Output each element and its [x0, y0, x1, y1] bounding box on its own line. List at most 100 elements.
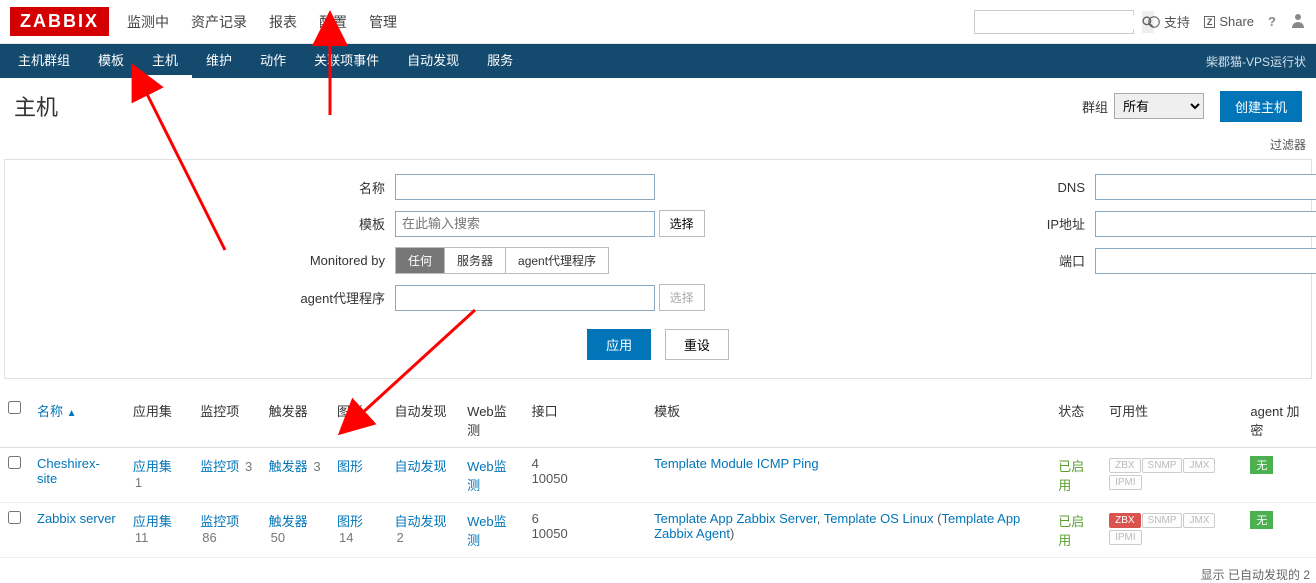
subnav-discovery[interactable]: 自动发现	[393, 44, 473, 78]
encrypt-badge: 无	[1250, 456, 1273, 474]
cell-iface: 610050	[524, 503, 647, 558]
cell-discovery: 自动发现	[386, 448, 459, 503]
filter-agentproxy-input[interactable]	[395, 285, 655, 311]
monitored-by-agent[interactable]: agent代理程序	[506, 248, 608, 273]
sub-nav: 主机群组 模板 主机 维护 动作 关联项事件 自动发现 服务 柴郡猫-VPS运行…	[0, 44, 1316, 78]
cell-triggers: 触发器 3	[261, 448, 329, 503]
filter-template-label: 模板	[15, 214, 395, 233]
filter-actions: 应用 重设	[15, 329, 1301, 360]
group-filter-select[interactable]: 所有	[1114, 93, 1204, 119]
th-graphs: 图形	[329, 393, 386, 448]
subnav-maintenance[interactable]: 维护	[192, 44, 246, 78]
filter-port-label: 端口	[715, 251, 1095, 270]
graphs-link[interactable]: 图形	[337, 459, 363, 474]
top-header: ZABBIX 监测中 资产记录 报表 配置 管理 支持 Z Share ?	[0, 0, 1316, 44]
apps-link[interactable]: 应用集	[133, 514, 172, 529]
topnav-inventory[interactable]: 资产记录	[191, 12, 247, 32]
triggers-link[interactable]: 触发器	[269, 514, 308, 529]
filter-agentproxy-label: agent代理程序	[15, 288, 395, 307]
cell-iface: 410050	[524, 448, 647, 503]
template-link[interactable]: Template App Zabbix Server	[654, 511, 817, 526]
cell-status: 已启用	[1050, 503, 1101, 558]
subnav-templates[interactable]: 模板	[84, 44, 138, 78]
discovery-link[interactable]: 自动发现	[394, 514, 446, 529]
table-footer-note: 显示 已自动发现的 2	[0, 558, 1316, 583]
filter-dns-input[interactable]	[1095, 174, 1316, 200]
cell-avail: ZBXSNMPJMXIPMI	[1101, 448, 1242, 503]
table-row: Cheshirex-site应用集 1监控项 3触发器 3图形自动发现Web监测…	[0, 448, 1316, 503]
th-status: 状态	[1050, 393, 1101, 448]
subnav-right-text: 柴郡猫-VPS运行状	[1206, 53, 1312, 70]
row-checkbox[interactable]	[8, 456, 21, 469]
monitored-by-any[interactable]: 任何	[396, 248, 445, 273]
availability-tags: ZBXSNMPJMXIPMI	[1109, 511, 1216, 543]
items-link[interactable]: 监控项	[200, 514, 239, 529]
row-checkbox[interactable]	[8, 511, 21, 524]
th-iface: 接口	[524, 393, 647, 448]
th-name[interactable]: 名称 ▲	[37, 404, 77, 419]
triggers-link[interactable]: 触发器	[269, 459, 308, 474]
web-link[interactable]: Web监测	[467, 514, 507, 548]
topnav-monitoring[interactable]: 监测中	[127, 12, 169, 32]
cell-triggers: 触发器 50	[261, 503, 329, 558]
support-link[interactable]: 支持	[1148, 12, 1190, 31]
cell-apps: 应用集 11	[125, 503, 192, 558]
host-name-link[interactable]: Zabbix server	[37, 511, 116, 526]
status-link[interactable]: 已启用	[1058, 514, 1084, 548]
web-link[interactable]: Web监测	[467, 459, 507, 493]
help-icon[interactable]: ?	[1268, 14, 1276, 29]
host-name-link[interactable]: Cheshirex-site	[37, 456, 100, 486]
user-icon[interactable]	[1290, 12, 1306, 31]
template-link[interactable]: Template Module ICMP Ping	[654, 456, 819, 471]
th-avail: 可用性	[1101, 393, 1242, 448]
filter-agentproxy-select-button: 选择	[659, 284, 705, 311]
hosts-table: 名称 ▲ 应用集 监控项 触发器 图形 自动发现 Web监测 接口 模板 状态 …	[0, 393, 1316, 558]
cell-status: 已启用	[1050, 448, 1101, 503]
filter-toggle[interactable]: 过滤器	[0, 132, 1316, 155]
subnav-hosts[interactable]: 主机	[138, 44, 192, 78]
filter-template-select-button[interactable]: 选择	[659, 210, 705, 237]
status-link[interactable]: 已启用	[1058, 459, 1084, 493]
filter-port-input[interactable]	[1095, 248, 1316, 274]
encrypt-badge: 无	[1250, 511, 1273, 529]
topnav-admin[interactable]: 管理	[369, 12, 397, 32]
th-items: 监控项	[192, 393, 260, 448]
filter-reset-button[interactable]: 重设	[665, 329, 729, 360]
top-nav: 监测中 资产记录 报表 配置 管理	[127, 12, 397, 32]
brand-logo[interactable]: ZABBIX	[10, 7, 109, 36]
header-right: 支持 Z Share ?	[974, 10, 1306, 34]
filter-name-label: 名称	[15, 178, 395, 197]
cell-graphs: 图形	[329, 448, 386, 503]
apps-link[interactable]: 应用集	[133, 459, 172, 474]
topnav-config[interactable]: 配置	[319, 12, 347, 32]
cell-items: 监控项 3	[192, 448, 260, 503]
topnav-reports[interactable]: 报表	[269, 12, 297, 32]
monitored-by-group: 任何 服务器 agent代理程序	[395, 247, 609, 274]
filter-apply-button[interactable]: 应用	[587, 329, 651, 360]
filter-ip-input[interactable]	[1095, 211, 1316, 237]
subnav-actions[interactable]: 动作	[246, 44, 300, 78]
cell-items: 监控项 86	[192, 503, 260, 558]
select-all-checkbox[interactable]	[8, 401, 21, 414]
items-link[interactable]: 监控项	[200, 459, 239, 474]
filter-template-input[interactable]	[395, 211, 655, 237]
cell-web: Web监测	[459, 503, 523, 558]
filter-dns-label: DNS	[715, 180, 1095, 195]
graphs-link[interactable]: 图形	[337, 514, 363, 529]
cell-templates: Template App Zabbix Server, Template OS …	[646, 503, 1050, 558]
th-web: Web监测	[459, 393, 523, 448]
subnav-correlation[interactable]: 关联项事件	[300, 44, 393, 78]
monitored-by-server[interactable]: 服务器	[445, 248, 506, 273]
share-link[interactable]: Z Share	[1204, 14, 1254, 29]
create-host-button[interactable]: 创建主机	[1220, 91, 1302, 122]
group-filter-label: 群组	[1082, 97, 1108, 116]
th-template: 模板	[646, 393, 1050, 448]
subnav-services[interactable]: 服务	[473, 44, 527, 78]
subnav-hostgroups[interactable]: 主机群组	[4, 44, 84, 78]
discovery-link[interactable]: 自动发现	[394, 459, 446, 474]
availability-tags: ZBXSNMPJMXIPMI	[1109, 456, 1216, 488]
search-input[interactable]	[975, 15, 1142, 29]
title-bar: 主机 群组 所有 创建主机	[0, 78, 1316, 132]
filter-name-input[interactable]	[395, 174, 655, 200]
template-link[interactable]: Template OS Linux	[824, 511, 934, 526]
